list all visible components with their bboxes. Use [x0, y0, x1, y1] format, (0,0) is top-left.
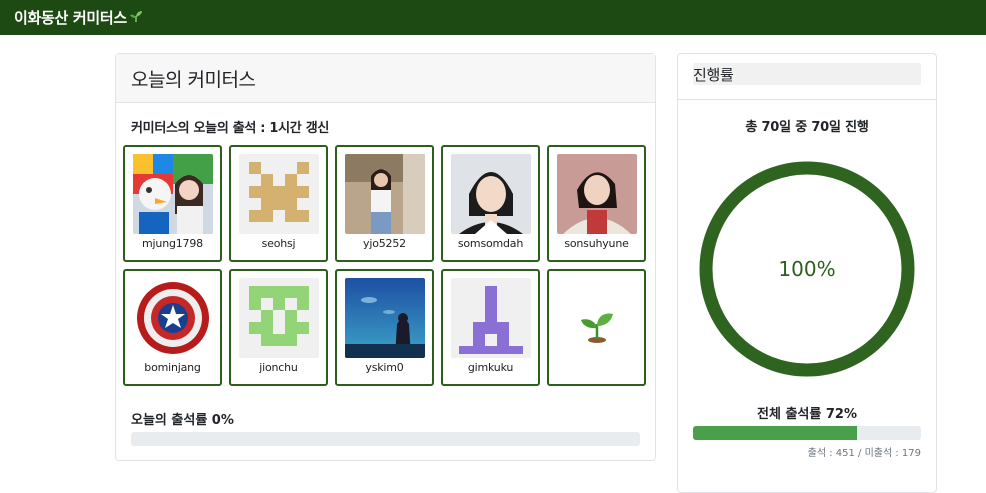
avatar [238, 154, 319, 234]
overall-rate-label: 전체 출석률 72% [757, 407, 857, 422]
member-grid: mjung1798 seohsj yjo5252 somsomdah sonsu… [123, 145, 646, 386]
avatar [238, 278, 319, 358]
today-card-title: 오늘의 커미터스 [116, 54, 655, 103]
today-progress-bar [131, 432, 640, 446]
member-name: gimkuku [467, 361, 514, 374]
member-name: yskim0 [365, 361, 404, 374]
avatar [556, 154, 637, 234]
navbar: 이화동산 커미터스 [0, 0, 986, 35]
member-card[interactable]: seohsj [229, 145, 328, 262]
brand-text: 이화동산 커미터스 [14, 9, 127, 27]
avatar [344, 278, 425, 358]
member-name: seohsj [261, 237, 296, 250]
member-card[interactable]: somsomdah [441, 145, 540, 262]
progress-card: 진행률 총 70일 중 70일 진행 100% 전체 출석률 72% 출석 : … [677, 53, 937, 493]
attendance-subtitle: 커미터스의 오늘의 출석 : 1시간 갱신 [131, 121, 330, 136]
member-card[interactable]: jionchu [229, 269, 328, 386]
member-name: mjung1798 [142, 237, 203, 250]
member-name: sonsuhyune [564, 237, 629, 250]
progress-card-title: 진행률 [693, 63, 921, 85]
sprout-icon [129, 9, 143, 27]
member-card[interactable]: sonsuhyune [547, 145, 646, 262]
divider [678, 99, 936, 100]
member-name: bominjang [144, 361, 201, 374]
member-name: jionchu [259, 361, 298, 374]
member-card[interactable]: yskim0 [335, 269, 434, 386]
total-days-text: 총 70일 중 70일 진행 [745, 120, 869, 135]
member-name: somsomdah [457, 237, 524, 250]
avatar [450, 154, 531, 234]
brand-link[interactable]: 이화동산 커미터스 [14, 7, 143, 28]
attendance-counts: 출석 : 451 / 미출석 : 179 [807, 448, 921, 459]
avatar [132, 154, 213, 234]
member-card[interactable]: mjung1798 [123, 145, 222, 262]
today-committers-card: 오늘의 커미터스 커미터스의 오늘의 출석 : 1시간 갱신 mjung1798… [115, 53, 656, 461]
progress-ring-label: 100% [778, 257, 836, 281]
member-card[interactable] [547, 269, 646, 386]
member-card[interactable]: yjo5252 [335, 145, 434, 262]
today-rate-label: 오늘의 출석률 0% [131, 413, 234, 428]
avatar [344, 154, 425, 234]
avatar [450, 278, 531, 358]
overall-progress-fill [693, 426, 858, 440]
member-card[interactable]: gimkuku [441, 269, 540, 386]
avatar [132, 278, 213, 358]
overall-progress-bar [693, 426, 921, 440]
member-card[interactable]: bominjang [123, 269, 222, 386]
member-name: yjo5252 [363, 237, 406, 250]
sprout-icon [577, 306, 617, 346]
